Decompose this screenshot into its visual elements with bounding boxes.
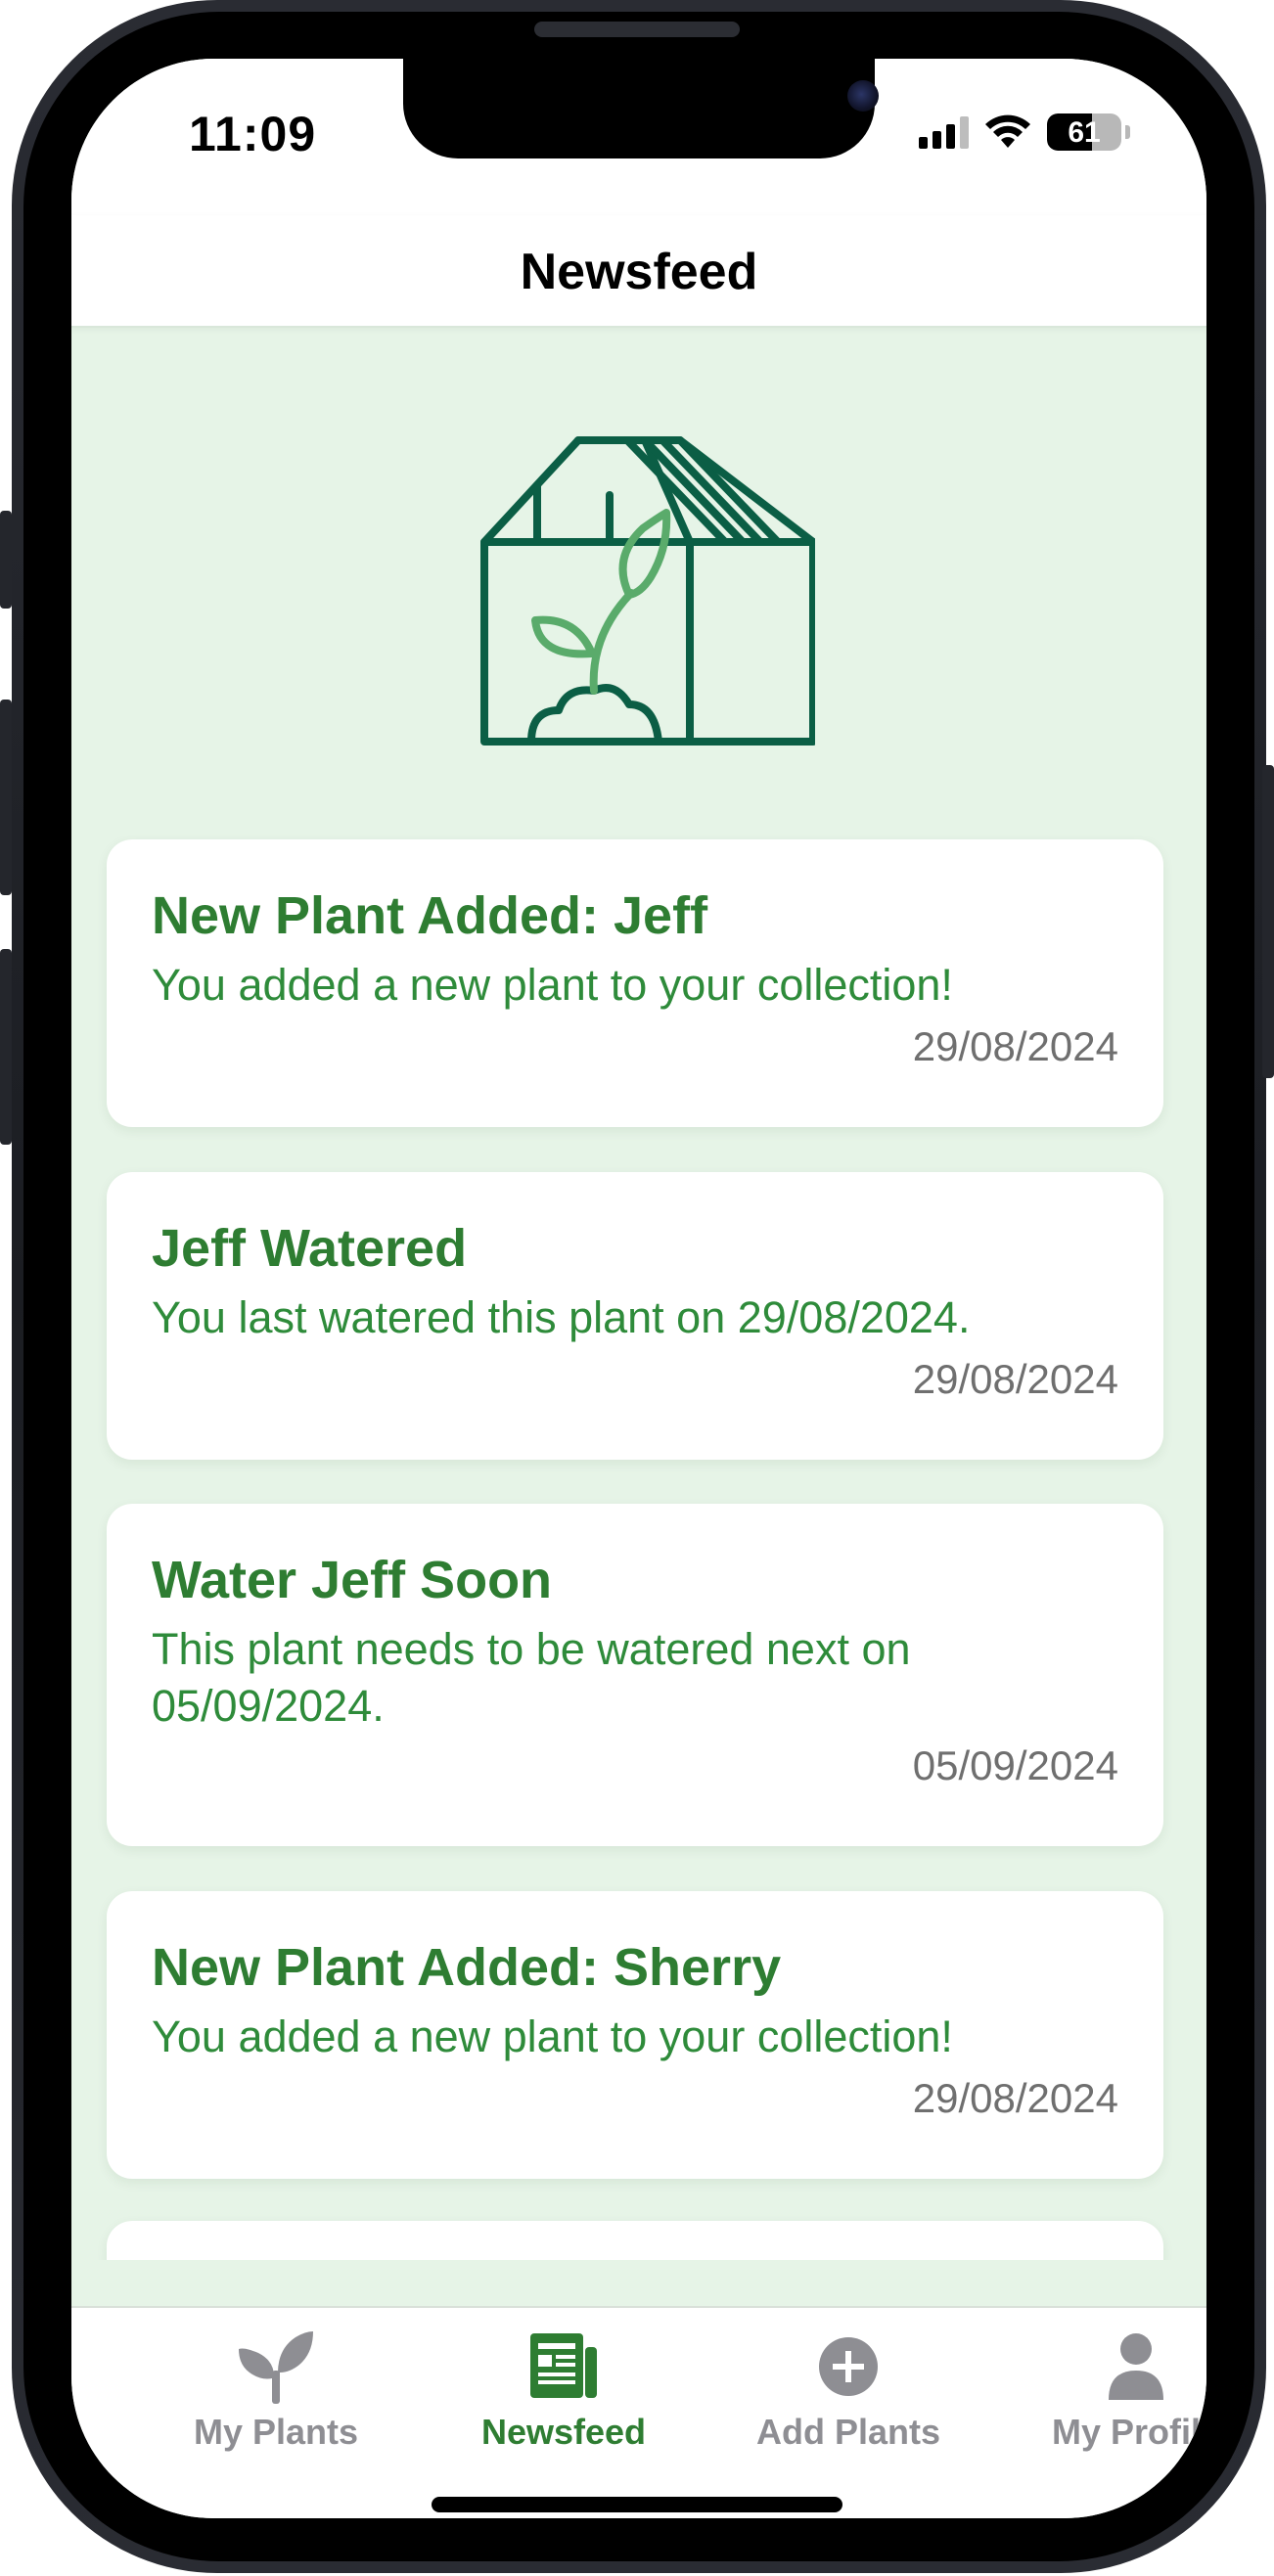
tab-my-plants[interactable]: My Plants [149,2327,403,2453]
tab-my-profile[interactable]: My Profile [1009,2327,1206,2453]
feed-card[interactable]: New Plant Added: Jeff You added a new pl… [107,839,1163,1127]
feed-card-body: You last watered this plant on 29/08/202… [152,1292,971,1342]
tab-add-plants[interactable]: Add Plants [721,2327,976,2453]
tab-label: Newsfeed [480,2412,647,2452]
sprout-icon [237,2327,315,2406]
feed-card-body: You added a new plant to your collection… [152,960,953,1010]
tab-label: My Profile [1051,2412,1206,2452]
feed-card-body: This plant needs to be watered next on 0… [152,1624,911,1731]
phone-screenshot: 11:09 61 Newsfeed New Plant Added: Jeff … [0,0,1274,2576]
feed-card-title: New Plant Added: Sherry [152,1938,782,1997]
navigation-bar: Newsfeed [71,215,1206,328]
tab-newsfeed[interactable]: Newsfeed [436,2327,691,2453]
status-time: 11:09 [189,107,317,161]
feed-card-title: New Plant Added: Jeff [152,886,708,945]
feed-card-date: 29/08/2024 [912,1356,1118,1402]
volume-down-button [0,949,12,1145]
tab-bar: My Plants Newsfeed Add Plants My Profile [71,2306,1206,2518]
tab-label: My Plants [193,2412,359,2452]
feed-card-date: 29/08/2024 [912,1023,1118,1069]
cellular-signal-icon [919,115,969,149]
feed-card-date: 05/09/2024 [912,1742,1118,1788]
volume-up-button [0,700,12,895]
app-screen: 11:09 61 Newsfeed New Plant Added: Jeff … [71,59,1206,2518]
feed-card-title: Water Jeff Soon [152,1551,553,1609]
feed-card-body: You added a new plant to your collection… [152,2011,953,2061]
home-indicator[interactable] [432,2497,842,2512]
feed-card-date: 29/08/2024 [912,2075,1118,2121]
battery-icon: 61 [1047,113,1121,151]
earpiece-speaker [534,22,740,37]
tab-label: Add Plants [755,2412,940,2452]
feed-clip-mask [71,2260,1206,2309]
battery-level-text: 61 [1068,116,1101,149]
status-indicators: 61 [919,113,1130,151]
person-icon [1097,2327,1175,2406]
status-bar: 11:09 61 [71,59,1206,215]
feed-card[interactable]: New Plant Added: Sherry You added a new … [107,1891,1163,2179]
plus-circle-icon [809,2327,887,2406]
wifi-icon [985,114,1030,148]
dynamic-island [403,59,879,158]
newspaper-icon [524,2327,603,2406]
feed-card-title: Jeff Watered [152,1219,468,1278]
feed-card[interactable]: Water Jeff Soon This plant needs to be w… [107,1504,1163,1846]
feed-card[interactable]: Jeff Watered You last watered this plant… [107,1172,1163,1460]
power-button [1262,765,1274,1078]
action-button [0,511,12,609]
front-camera [847,80,879,112]
page-title: Newsfeed [520,244,758,300]
battery-tip [1125,125,1130,139]
greenhouse-with-sprout-icon [480,436,815,746]
